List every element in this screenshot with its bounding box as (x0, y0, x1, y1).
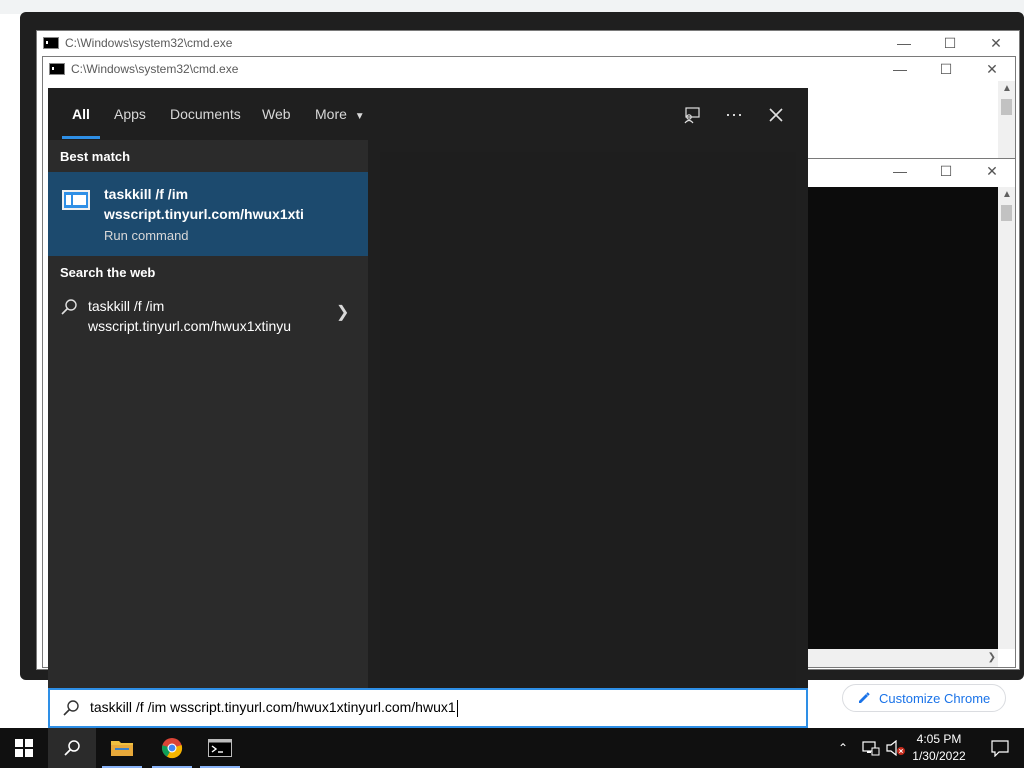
cmd-window-3[interactable]: — ☐ ✕ ▲ ❯ (806, 158, 1016, 668)
close-icon (769, 108, 783, 122)
web-result-line2: wsscript.tinyurl.com/hwux1xtinyu (88, 318, 292, 334)
more-options-button[interactable]: ⋯ (721, 102, 747, 128)
best-match-title-line2: wsscript.tinyurl.com/hwux1xti (104, 206, 304, 222)
scroll-up-icon[interactable]: ▲ (1002, 189, 1012, 200)
feedback-button[interactable] (679, 102, 705, 128)
best-match-result[interactable]: taskkill /f /im wsscript.tinyurl.com/hwu… (48, 172, 368, 256)
close-search-button[interactable] (763, 102, 789, 128)
search-box[interactable]: taskkill /f /im wsscript.tinyurl.com/hwu… (48, 688, 808, 728)
tab-documents[interactable]: Documents (170, 106, 241, 122)
vertical-scrollbar[interactable]: ▲ (998, 187, 1015, 649)
customize-chrome-button[interactable]: Customize Chrome (842, 684, 1006, 712)
start-search-panel: All Apps Documents Web More ▼ ⋯ Best mat… (48, 88, 808, 728)
search-filter-tabs: All Apps Documents Web More ▼ ⋯ (48, 88, 808, 140)
scrollbar-thumb[interactable] (1001, 205, 1012, 221)
clock-date: 1/30/2022 (912, 749, 966, 763)
search-icon (61, 299, 77, 315)
close-button[interactable]: ✕ (969, 57, 1015, 81)
cmd-window-1-titlebar[interactable]: C:\Windows\system32\cmd.exe (37, 31, 1019, 55)
chrome-icon (162, 738, 183, 759)
best-match-subtitle: Run command (104, 228, 189, 243)
cmd-icon (49, 63, 65, 75)
network-icon[interactable] (862, 740, 880, 756)
minimize-button[interactable]: — (881, 31, 927, 55)
minimize-button[interactable]: — (877, 57, 923, 81)
ellipsis-icon: ⋯ (725, 104, 743, 125)
taskbar-file-explorer[interactable] (98, 728, 146, 768)
customize-chrome-label: Customize Chrome (879, 690, 991, 706)
search-icon (63, 700, 79, 716)
start-button[interactable] (0, 728, 48, 768)
search-input[interactable]: taskkill /f /im wsscript.tinyurl.com/hwu… (90, 699, 458, 717)
tab-more-label: More (315, 106, 347, 122)
pencil-icon (859, 692, 870, 703)
preview-pane (380, 152, 796, 688)
tab-all[interactable]: All (72, 106, 90, 122)
taskbar: ⌃ 4:05 PM 1/30/2022 (0, 728, 1024, 768)
run-command-icon (62, 190, 90, 210)
scrollbar-thumb[interactable] (1001, 99, 1012, 115)
minimize-button[interactable]: — (877, 159, 923, 183)
maximize-button[interactable]: ☐ (923, 159, 969, 183)
cmd-icon (43, 37, 59, 49)
cmd-window-2-title: C:\Windows\system32\cmd.exe (71, 62, 239, 76)
system-clock[interactable]: 4:05 PM 1/30/2022 (900, 731, 978, 765)
taskbar-search-button[interactable] (48, 728, 96, 768)
action-center-button[interactable] (976, 728, 1024, 768)
cmd-window-2-titlebar[interactable]: C:\Windows\system32\cmd.exe (43, 57, 1015, 81)
terminal-icon (208, 739, 232, 757)
cmd-window-1-title: C:\Windows\system32\cmd.exe (65, 36, 233, 50)
caret-down-icon: ▼ (354, 111, 365, 122)
best-match-heading: Best match (60, 149, 131, 164)
close-button[interactable]: ✕ (969, 159, 1015, 183)
maximize-button[interactable]: ☐ (923, 57, 969, 81)
best-match-title: taskkill /f /im wsscript.tinyurl.com/hwu… (104, 184, 360, 224)
folder-icon (111, 741, 133, 756)
best-match-title-line1: taskkill /f /im (104, 186, 189, 202)
text-cursor (456, 699, 458, 717)
search-web-heading: Search the web (60, 265, 156, 280)
taskbar-cmd[interactable] (196, 728, 244, 768)
feedback-icon (684, 107, 700, 124)
clock-time: 4:05 PM (916, 732, 962, 746)
web-result-line1: taskkill /f /im (88, 298, 165, 314)
notification-icon (991, 740, 1009, 757)
tab-apps[interactable]: Apps (114, 106, 146, 122)
maximize-button[interactable]: ☐ (927, 31, 973, 55)
chevron-right-icon[interactable]: ❯ (336, 302, 349, 322)
show-hidden-icons-button[interactable]: ⌃ (838, 741, 856, 755)
search-icon (64, 740, 80, 756)
scroll-right-icon[interactable]: ❯ (988, 652, 996, 663)
search-input-value: taskkill /f /im wsscript.tinyurl.com/hwu… (90, 699, 456, 716)
active-tab-indicator (62, 136, 100, 139)
scroll-up-icon[interactable]: ▲ (1002, 83, 1012, 94)
windows-logo-icon (15, 739, 33, 757)
web-result-text: taskkill /f /im wsscript.tinyurl.com/hwu… (88, 296, 328, 336)
console-output[interactable] (807, 187, 999, 649)
tab-web[interactable]: Web (262, 106, 291, 122)
tab-more[interactable]: More ▼ (315, 106, 365, 122)
close-button[interactable]: ✕ (973, 31, 1019, 55)
web-search-result[interactable]: taskkill /f /im wsscript.tinyurl.com/hwu… (48, 288, 368, 344)
horizontal-scrollbar[interactable]: ❯ (807, 649, 998, 667)
taskbar-chrome[interactable] (148, 728, 196, 768)
system-tray: ⌃ (838, 728, 906, 768)
